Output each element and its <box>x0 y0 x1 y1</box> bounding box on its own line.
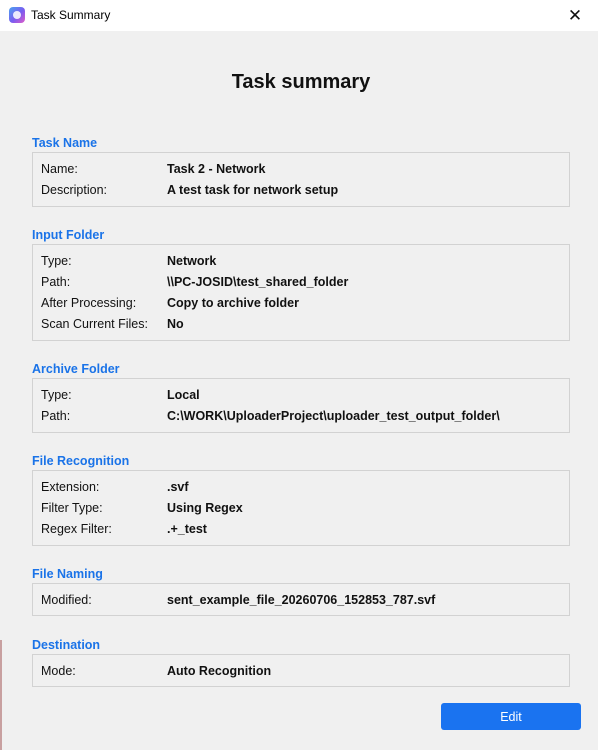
field-label: Name: <box>41 162 78 176</box>
field-value: C:\WORK\UploaderProject\uploader_test_ou… <box>167 409 500 423</box>
section-title-archive-folder: Archive Folder <box>32 362 120 376</box>
field-label: Modified: <box>41 593 92 607</box>
field-value: .svf <box>167 480 189 494</box>
archive-folder-box: Type: Local Path: C:\WORK\UploaderProjec… <box>32 378 570 433</box>
field-value: Task 2 - Network <box>167 162 266 176</box>
window-edge-divider <box>0 640 2 750</box>
field-value: Copy to archive folder <box>167 296 299 310</box>
destination-box: Mode: Auto Recognition <box>32 654 570 687</box>
file-naming-box: Modified: sent_example_file_20260706_152… <box>32 583 570 616</box>
section-title-input-folder: Input Folder <box>32 228 105 242</box>
close-button[interactable]: ✕ <box>552 0 598 31</box>
input-folder-box: Type: Network Path: \\PC-JOSID\test_shar… <box>32 244 570 341</box>
file-recognition-box: Extension: .svf Filter Type: Using Regex… <box>32 470 570 546</box>
field-value: Network <box>167 254 217 268</box>
field-value: A test task for network setup <box>167 183 339 197</box>
field-value: sent_example_file_20260706_152853_787.sv… <box>167 593 436 607</box>
field-value: Auto Recognition <box>167 664 272 678</box>
field-label: Type: <box>41 254 72 268</box>
app-logo-icon <box>9 7 25 23</box>
field-value: .+_test <box>167 522 207 536</box>
field-value: \\PC-JOSID\test_shared_folder <box>167 275 349 289</box>
section-title-task-name: Task Name <box>32 136 98 150</box>
section-title-destination: Destination <box>32 638 101 652</box>
field-label: Filter Type: <box>41 501 103 515</box>
window-title: Task Summary <box>31 8 111 22</box>
field-label: Description: <box>41 183 107 197</box>
field-value: Using Regex <box>167 501 243 515</box>
field-label: Path: <box>41 275 71 289</box>
field-label: Type: <box>41 388 72 402</box>
field-label: Scan Current Files: <box>41 317 148 331</box>
edit-button[interactable]: Edit <box>441 703 581 730</box>
section-title-file-naming: File Naming <box>32 567 103 581</box>
field-value: Local <box>167 388 200 402</box>
field-value: No <box>167 317 184 331</box>
field-label: Path: <box>41 409 71 423</box>
page-title: Task summary <box>231 71 371 93</box>
task-name-box: Name: Task 2 - Network Description: A te… <box>32 152 570 207</box>
title-bar: Task Summary ✕ <box>0 0 598 31</box>
field-label: Regex Filter: <box>41 522 112 536</box>
field-label: Extension: <box>41 480 100 494</box>
section-title-file-recognition: File Recognition <box>32 454 130 468</box>
field-label: Mode: <box>41 664 76 678</box>
field-label: After Processing: <box>41 296 137 310</box>
